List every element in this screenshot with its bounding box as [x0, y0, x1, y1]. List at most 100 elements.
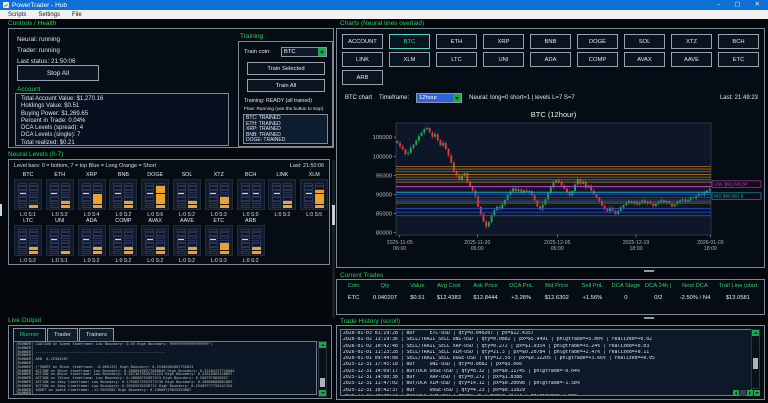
neural-tile-coin-label: LTC [14, 218, 42, 225]
train-selected-button[interactable]: Train Selected [247, 62, 325, 75]
level-bar-column [304, 181, 313, 208]
chart-coin-doge[interactable]: DOGE [577, 34, 618, 49]
menu-settings[interactable]: Settings [38, 12, 60, 18]
neural-tile-coin-label: SOL [173, 172, 201, 179]
pane-sash-handle[interactable] [644, 317, 654, 319]
scroll-up-icon[interactable] [752, 330, 759, 336]
console-line: [RUNNER] [16, 392, 314, 395]
neural-tile-doge: DOGEL:0 S:6 [141, 172, 169, 218]
chart-coin-arb[interactable]: ARB [342, 70, 383, 85]
maximize-button[interactable]: ▢ [734, 0, 740, 10]
trades-header-row: CoinQtyValueAvg CostAsk PriceDCA PnLBid … [341, 283, 760, 289]
chart-coin-comp[interactable]: COMP [577, 52, 618, 67]
pane-sash-handle[interactable] [644, 270, 654, 272]
close-button[interactable]: ✕ [755, 0, 760, 10]
chart-coin-xrp[interactable]: XRP [483, 34, 524, 49]
neural-tile-arb: ARBL:0 S:2 [237, 218, 265, 264]
menu-scripts[interactable]: Scripts [8, 12, 26, 18]
chart-coin-ltc[interactable]: LTC [436, 52, 477, 67]
scroll-down-icon[interactable] [319, 390, 326, 396]
console-scrollbar[interactable] [318, 341, 327, 397]
level-bar-column [156, 227, 165, 254]
level-bar-cell [209, 205, 218, 208]
level-bar-column [177, 227, 186, 254]
scroll-right-icon[interactable] [747, 390, 753, 396]
stop-all-button[interactable]: Stop All [17, 65, 99, 81]
chart-coin-etc[interactable]: ETC [718, 52, 759, 67]
trained-listbox[interactable]: BTC: TRAINEDETH: TRAINEDXRP: TRAINEDBNB:… [243, 114, 328, 144]
tab-trainers[interactable]: Trainers [79, 328, 114, 341]
level-bar-cell [50, 205, 59, 208]
neural-tile-bars [173, 179, 201, 210]
trades-cell: 0.040207 [366, 295, 404, 301]
scroll-down-icon[interactable] [754, 390, 760, 396]
history-scrollbar[interactable] [751, 329, 760, 389]
hscroll-thumb[interactable] [740, 390, 746, 396]
tab-trader[interactable]: Trader [47, 328, 78, 341]
chart-coin-xtz[interactable]: XTZ [671, 34, 712, 49]
neural-last-timestamp: Last: 21:50:06 [290, 163, 324, 169]
train-coin-select[interactable]: BTC [281, 47, 327, 57]
scroll-up-icon[interactable] [319, 342, 326, 348]
current-trades-label: Current Trades [340, 272, 383, 279]
level-bar-column [61, 227, 70, 254]
trades-cell: ETC [341, 295, 366, 301]
zero-level-dash [242, 239, 248, 240]
console-output[interactable]: [RUNNER] CAUTION on 1week timeframe: Low… [13, 341, 317, 395]
account-line: Buying Power: $1,269.65 [21, 111, 103, 118]
level-bar-cell [252, 251, 261, 254]
chart-coin-sol[interactable]: SOL [624, 34, 665, 49]
minimize-button[interactable]: – [717, 0, 721, 10]
neural-tile-coin-label: ETC [205, 218, 233, 225]
neural-tile-bars [78, 225, 106, 256]
neural-tile-bars [205, 225, 233, 256]
zero-level-dash [51, 239, 57, 240]
level-bar-column [124, 181, 133, 208]
chart-coin-bch[interactable]: BCH [718, 34, 759, 49]
neural-tile-bars [78, 179, 106, 210]
train-all-button[interactable]: Train All [247, 79, 325, 92]
timeframe-select[interactable]: 12hour [416, 93, 462, 103]
menu-file[interactable]: File [72, 12, 82, 18]
neural-tile-avax: AVAXL:0 S:2 [141, 218, 169, 264]
left-panel-scrollbar[interactable] [332, 160, 335, 318]
trades-cell: $13.0581 [716, 295, 760, 301]
table-row[interactable]: ETC0.040207$0.51$12.4383$12.8444+3.28%$1… [341, 295, 760, 301]
level-bar-column [272, 181, 281, 208]
chart-coin-uni[interactable]: UNI [483, 52, 524, 67]
status-line: Last status: 21:50:06 [17, 58, 75, 65]
chevron-down-icon[interactable] [453, 94, 461, 102]
level-bar-cell [272, 205, 281, 208]
console-scroll-thumb[interactable] [320, 378, 325, 387]
chart-coin-bnb[interactable]: BNB [530, 34, 571, 49]
live-output-label: Live Output [8, 317, 41, 324]
chart-coin-xlm[interactable]: XLM [389, 52, 430, 67]
scroll-left-icon[interactable] [733, 390, 739, 396]
left-panel-scroll-thumb[interactable] [332, 205, 335, 225]
level-bar-column [315, 181, 324, 208]
left-edge-scroll-thumb[interactable] [0, 204, 2, 216]
chart-coin-label: BTC chart [345, 95, 372, 101]
svg-text:80000: 80000 [376, 231, 392, 237]
trades-cell: $12.4383 [431, 295, 467, 301]
neural-legend: Level bars: 0 = bottom, 7 = top Blue = L… [14, 163, 156, 169]
trade-history-list[interactable]: 2026-01-03 01:19:28 | BUY ETC-USD | qty=… [340, 329, 752, 396]
chart-coin-avax[interactable]: AVAX [624, 52, 665, 67]
chart-coin-eth[interactable]: ETH [436, 34, 477, 49]
zero-level-dash [306, 193, 312, 194]
chart-coin-link[interactable]: LINK [342, 52, 383, 67]
chart-coin-account[interactable]: ACCOUNT [342, 34, 383, 49]
neural-tile-coin-label: LINK [268, 172, 296, 179]
neural-tile-coin-label: BCH [237, 172, 265, 179]
tab-runner[interactable]: Runner [13, 328, 46, 341]
level-bar-column [50, 227, 59, 254]
zero-level-dash [147, 193, 153, 194]
chart-coin-btc[interactable]: BTC [389, 34, 430, 49]
history-scroll-thumb[interactable] [753, 358, 758, 369]
chart-coin-ada[interactable]: ADA [530, 52, 571, 67]
level-bar-cell [124, 251, 133, 254]
level-bar-cell [177, 205, 186, 208]
chevron-down-icon[interactable] [318, 48, 326, 56]
titlebar: PowerTrader - Hub – ▢ ✕ [0, 0, 768, 10]
chart-coin-aave[interactable]: AAVE [671, 52, 712, 67]
